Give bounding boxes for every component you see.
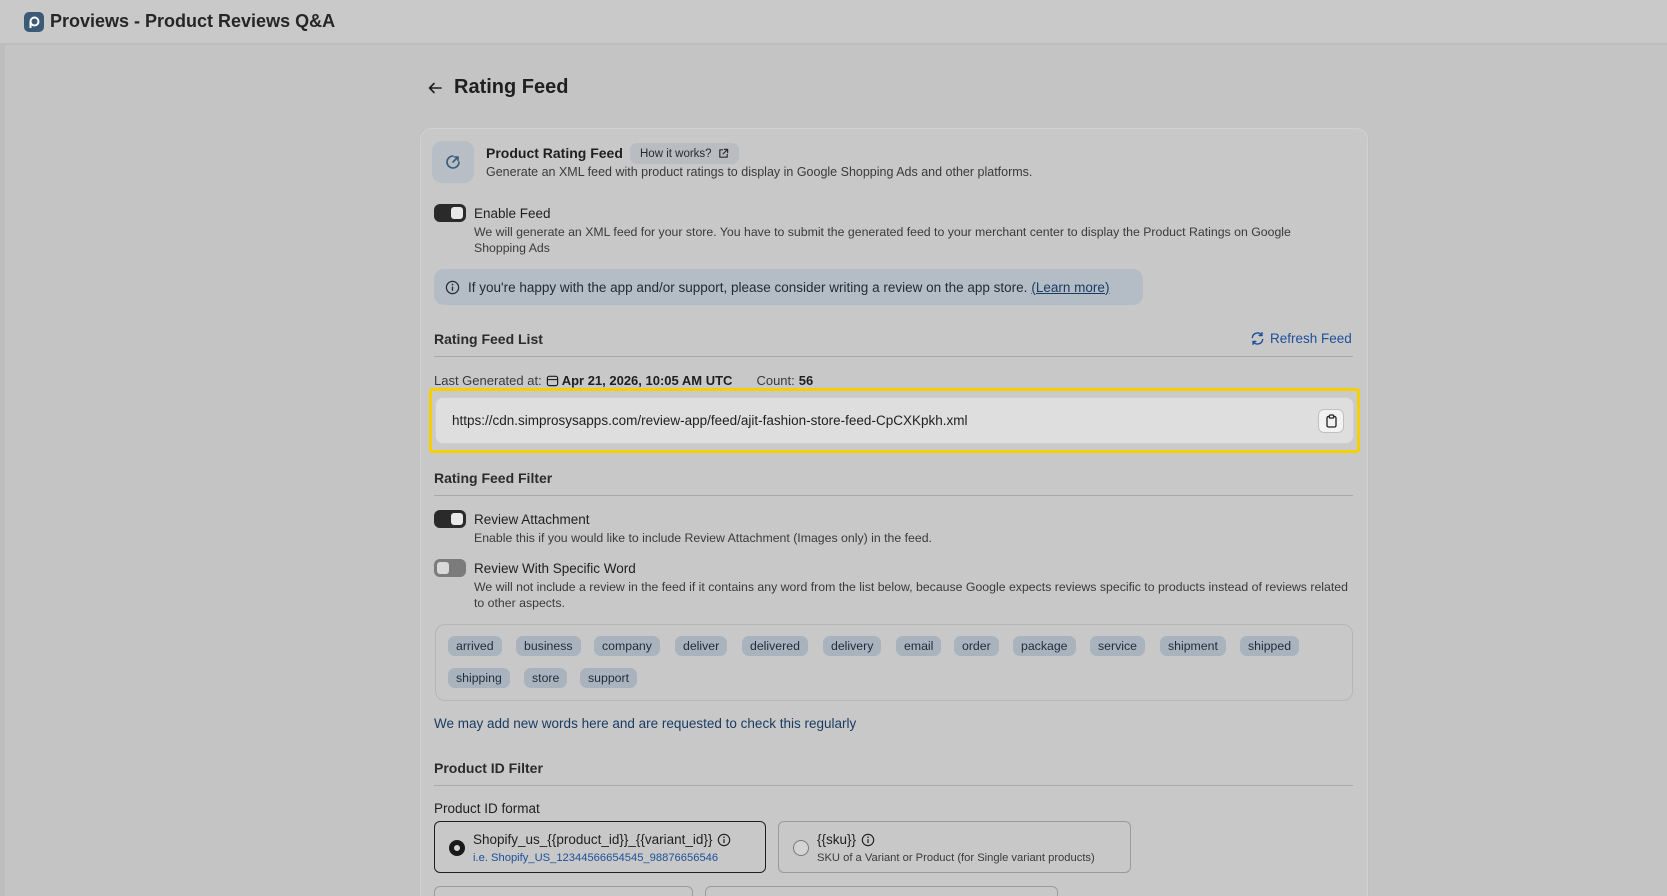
- word-tag: company: [594, 636, 660, 656]
- product-id-option-partial[interactable]: [434, 886, 693, 896]
- last-generated-value: Apr 21, 2026, 10:05 AM UTC: [561, 373, 733, 388]
- specific-word-label: Review With Specific Word: [474, 561, 636, 576]
- word-tag: package: [1013, 636, 1076, 656]
- learn-more-link[interactable]: (Learn more): [1031, 280, 1109, 295]
- product-id-format-label: Product ID format: [434, 801, 540, 816]
- word-tag: delivered: [742, 636, 808, 656]
- option-subtitle: SKU of a Variant or Product (for Single …: [817, 852, 1095, 864]
- specific-word-toggle[interactable]: [434, 559, 466, 577]
- enable-feed-description: We will generate an XML feed for your st…: [474, 225, 1291, 255]
- external-link-icon: [718, 148, 728, 158]
- feed-card-title: Product Rating Feed: [486, 145, 623, 161]
- word-tag: store: [524, 668, 568, 688]
- feed-filter-title: Rating Feed Filter: [434, 470, 553, 486]
- info-icon: [861, 833, 875, 846]
- word-tag: shipment: [1160, 636, 1226, 656]
- feed-meta: Last Generated at: Apr 21, 2026, 10:05 A…: [434, 373, 813, 388]
- banner-text: If you're happy with the app and/or supp…: [468, 279, 1028, 295]
- left-edge: [0, 45, 5, 896]
- product-id-option-shopify[interactable]: Shopify_us_{{product_id}}_{{variant_id}}…: [434, 821, 766, 873]
- info-icon: [718, 833, 731, 846]
- refresh-feed-label: Refresh Feed: [1270, 331, 1352, 346]
- word-tag: deliver: [675, 636, 728, 656]
- review-attachment-label: Review Attachment: [474, 512, 590, 527]
- word-tag: shipping: [448, 668, 510, 688]
- feed-url-text: https://cdn.simprosysapps.com/review-app…: [452, 413, 968, 428]
- feed-list-divider: [434, 356, 1353, 357]
- product-id-divider: [434, 785, 1353, 786]
- page-title: Rating Feed: [454, 76, 569, 98]
- enable-feed-label: Enable Feed: [474, 206, 551, 221]
- word-tag: delivery: [823, 636, 882, 656]
- product-id-option-partial[interactable]: [705, 886, 1058, 896]
- word-tag: business: [516, 636, 581, 656]
- word-tag: arrived: [448, 636, 502, 656]
- words-note: We may add new words here and are reques…: [434, 716, 857, 731]
- review-attachment-toggle[interactable]: [434, 510, 466, 528]
- word-tag: order: [954, 636, 999, 656]
- product-id-filter-title: Product ID Filter: [434, 760, 543, 776]
- copy-url-button[interactable]: [1318, 409, 1344, 433]
- app-title: Proviews - Product Reviews Q&A: [50, 11, 336, 31]
- calendar-icon: [546, 374, 559, 387]
- clipboard-icon: [1325, 414, 1337, 428]
- review-banner: If you're happy with the app and/or supp…: [434, 269, 1143, 305]
- word-tag: support: [580, 668, 638, 688]
- page-header: Rating Feed: [424, 76, 568, 99]
- info-icon: [445, 280, 460, 295]
- feed-url-field[interactable]: https://cdn.simprosysapps.com/review-app…: [435, 397, 1354, 444]
- feed-icon: [432, 141, 474, 183]
- refresh-feed-button[interactable]: Refresh Feed: [1250, 331, 1352, 346]
- how-it-works-label: How it works?: [640, 147, 712, 160]
- app-header: Proviews - Product Reviews Q&A: [0, 0, 1667, 45]
- enable-feed-toggle[interactable]: [434, 204, 466, 222]
- refresh-icon: [1251, 331, 1264, 346]
- radio-selected[interactable]: [449, 840, 465, 856]
- feed-filter-divider: [434, 495, 1353, 496]
- option-title: {{sku}}: [817, 832, 857, 847]
- review-attachment-description: Enable this if you would like to include…: [474, 531, 932, 545]
- word-tag: shipped: [1240, 636, 1300, 656]
- feed-card-description: Generate an XML feed with product rating…: [486, 165, 1033, 179]
- how-it-works-button[interactable]: How it works?: [630, 143, 739, 164]
- app-logo-icon: [24, 11, 44, 32]
- back-arrow-icon[interactable]: [424, 77, 446, 99]
- last-generated-label: Last Generated at:: [434, 373, 542, 388]
- count-label: Count:: [756, 373, 795, 388]
- option-title: Shopify_us_{{product_id}}_{{variant_id}}: [473, 832, 713, 847]
- product-id-option-sku[interactable]: {{sku}} SKU of a Variant or Product (for…: [778, 821, 1131, 873]
- specific-word-description: We will not include a review in the feed…: [474, 580, 1348, 610]
- feed-list-title: Rating Feed List: [434, 331, 543, 347]
- radio-unselected[interactable]: [793, 840, 809, 856]
- option-subtitle: i.e. Shopify_US_12344566654545_988766565…: [473, 852, 719, 864]
- word-tag: service: [1090, 636, 1145, 656]
- word-tag: email: [896, 636, 942, 656]
- count-value: 56: [798, 373, 814, 388]
